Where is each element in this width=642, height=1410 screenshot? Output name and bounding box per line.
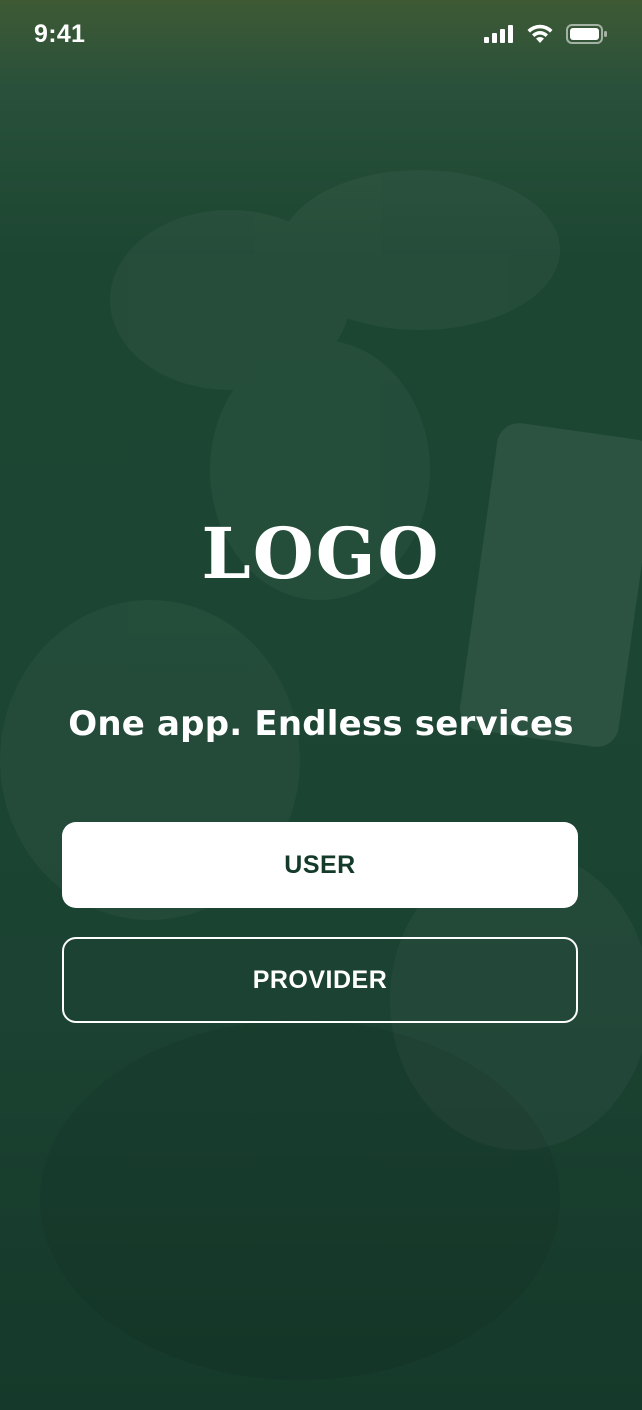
tagline: One app. Endless services — [68, 704, 574, 744]
status-bar: 9:41 — [0, 0, 642, 72]
wifi-icon — [527, 24, 553, 43]
splash-screen: 9:41 LOGO One app. Endless services USER… — [0, 0, 642, 1410]
status-icons — [484, 24, 608, 44]
cellular-signal-icon — [484, 25, 513, 43]
status-time: 9:41 — [34, 20, 86, 48]
provider-button[interactable]: PROVIDER — [62, 937, 578, 1023]
battery-icon — [566, 24, 607, 44]
user-button[interactable]: USER — [62, 822, 578, 908]
app-logo: LOGO — [201, 512, 441, 595]
